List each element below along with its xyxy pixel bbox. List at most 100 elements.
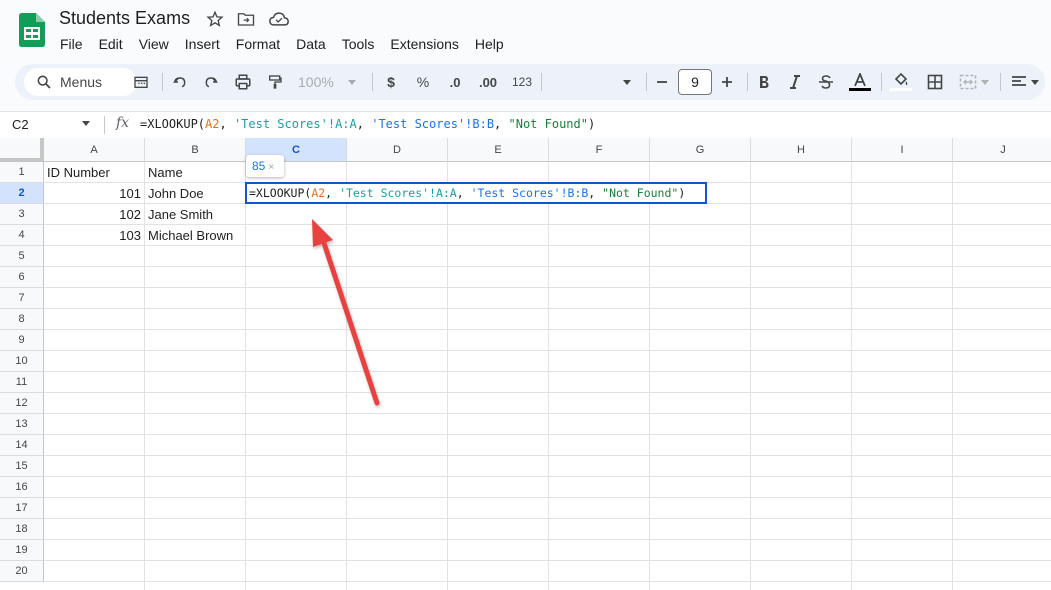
column-header-a[interactable]: A	[44, 138, 145, 162]
font-size-input[interactable]: 9	[678, 69, 712, 95]
increase-font-size-button[interactable]	[717, 64, 737, 100]
cell-b2[interactable]: John Doe	[148, 183, 243, 204]
row-header-10[interactable]: 10	[0, 351, 44, 372]
grid-line	[447, 162, 448, 590]
cell-b4[interactable]: Michael Brown	[148, 225, 243, 246]
grid-line	[44, 560, 1051, 561]
increase-decimal-button[interactable]: .00	[474, 64, 502, 100]
font-family-dropdown[interactable]	[618, 64, 636, 100]
column-header-i[interactable]: I	[852, 138, 953, 162]
cell-a1[interactable]: ID Number	[47, 162, 142, 183]
menu-format[interactable]: Format	[228, 34, 288, 54]
print-icon[interactable]	[230, 64, 256, 100]
grid-line	[44, 371, 1051, 372]
grid-line	[44, 497, 1051, 498]
formula-text: )	[678, 186, 686, 200]
bold-button[interactable]	[753, 64, 775, 100]
star-icon[interactable]	[204, 9, 226, 29]
cell-a2[interactable]: 101	[47, 183, 141, 204]
column-header-d[interactable]: D	[347, 138, 448, 162]
column-header-j[interactable]: J	[953, 138, 1051, 162]
grid-line	[44, 266, 1051, 267]
fill-color-button[interactable]	[889, 64, 913, 100]
row-header-14[interactable]: 14	[0, 435, 44, 456]
formula-input[interactable]: =XLOOKUP(A2, 'Test Scores'!A:A, 'Test Sc…	[140, 117, 595, 131]
currency-button[interactable]: $	[381, 64, 401, 100]
horizontal-align-button[interactable]	[1007, 64, 1043, 100]
calendar-icon[interactable]	[130, 64, 152, 100]
grid-line	[44, 350, 1051, 351]
cell-b1[interactable]: Name	[148, 162, 243, 183]
formula-string: "Not Found"	[508, 117, 588, 131]
strikethrough-button[interactable]	[815, 64, 837, 100]
italic-button[interactable]	[784, 64, 806, 100]
row-header-15[interactable]: 15	[0, 456, 44, 477]
column-header-f[interactable]: F	[549, 138, 650, 162]
row-header-6[interactable]: 6	[0, 267, 44, 288]
row-header-9[interactable]: 9	[0, 330, 44, 351]
chevron-down-icon[interactable]	[82, 121, 90, 126]
percent-button[interactable]: %	[413, 64, 433, 100]
spreadsheet-grid[interactable]: A B C D E F G H I J 1 2 3 4 5 6 7 8 9 10…	[0, 138, 1051, 590]
close-icon[interactable]: ×	[268, 162, 274, 173]
row-header-11[interactable]: 11	[0, 372, 44, 393]
row-header-20[interactable]: 20	[0, 561, 44, 582]
cell-a3[interactable]: 102	[47, 204, 141, 225]
row-header-8[interactable]: 8	[0, 309, 44, 330]
cell-editor-c2[interactable]: =XLOOKUP(A2, 'Test Scores'!A:A, 'Test Sc…	[245, 182, 707, 204]
row-header-4[interactable]: 4	[0, 225, 44, 246]
row-header-1[interactable]: 1	[0, 162, 44, 183]
grid-line	[44, 287, 1051, 288]
document-title[interactable]: Students Exams	[59, 8, 190, 29]
row-header-12[interactable]: 12	[0, 393, 44, 414]
decrease-decimal-button[interactable]: .0	[443, 64, 467, 100]
cloud-saved-icon[interactable]	[268, 9, 290, 29]
number-format-button[interactable]: 123	[509, 64, 535, 100]
grid-line	[44, 455, 1051, 456]
move-folder-icon[interactable]	[235, 9, 257, 29]
grid-line	[851, 162, 852, 590]
cell-a4[interactable]: 103	[47, 225, 141, 246]
menu-edit[interactable]: Edit	[91, 34, 131, 54]
row-header-2[interactable]: 2	[0, 183, 44, 204]
column-header-b[interactable]: B	[145, 138, 246, 162]
menu-extensions[interactable]: Extensions	[382, 34, 466, 54]
search-menus-button[interactable]: Menus	[24, 68, 137, 96]
merge-cells-button[interactable]	[955, 64, 993, 100]
paint-format-icon[interactable]	[263, 64, 287, 100]
menu-insert[interactable]: Insert	[177, 34, 228, 54]
column-header-e[interactable]: E	[448, 138, 549, 162]
menu-help[interactable]: Help	[467, 34, 512, 54]
zoom-value: 100%	[298, 74, 334, 90]
row-header-7[interactable]: 7	[0, 288, 44, 309]
undo-icon[interactable]	[168, 64, 192, 100]
menu-view[interactable]: View	[131, 34, 177, 54]
cell-b3[interactable]: Jane Smith	[148, 204, 243, 225]
row-header-5[interactable]: 5	[0, 246, 44, 267]
decrease-decimal-label: .0	[449, 74, 461, 90]
menu-file[interactable]: File	[52, 34, 91, 54]
increase-decimal-label: .00	[478, 74, 498, 90]
grid-line	[44, 329, 1051, 330]
decrease-font-size-button[interactable]	[652, 64, 672, 100]
name-box[interactable]: C2	[12, 117, 29, 132]
column-header-h[interactable]: H	[751, 138, 852, 162]
grid-line	[44, 581, 1051, 582]
toolbar-divider	[372, 73, 373, 91]
row-header-19[interactable]: 19	[0, 540, 44, 561]
row-header-13[interactable]: 13	[0, 414, 44, 435]
menu-data[interactable]: Data	[288, 34, 334, 54]
sheets-logo-icon[interactable]	[19, 13, 45, 47]
column-header-g[interactable]: G	[650, 138, 751, 162]
menu-tools[interactable]: Tools	[334, 34, 383, 54]
row-header-16[interactable]: 16	[0, 477, 44, 498]
formula-text: ,	[356, 117, 372, 131]
row-header-17[interactable]: 17	[0, 498, 44, 519]
zoom-select[interactable]: 100%	[298, 64, 362, 100]
borders-button[interactable]	[923, 64, 947, 100]
row-header-18[interactable]: 18	[0, 519, 44, 540]
row-header-3[interactable]: 3	[0, 204, 44, 225]
text-color-button[interactable]	[847, 64, 873, 100]
redo-icon[interactable]	[199, 64, 223, 100]
select-all-corner[interactable]	[0, 138, 44, 162]
